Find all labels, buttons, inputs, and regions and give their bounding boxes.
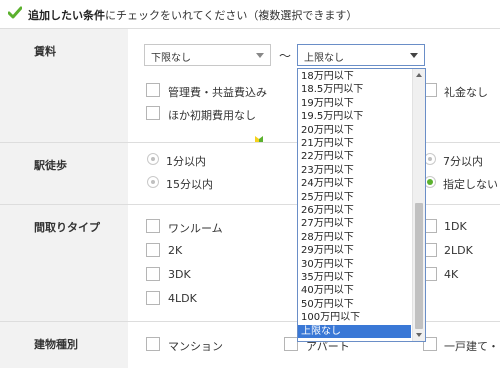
instruction-text: 追加したい条件にチェックをいれてください（複数選択できます） <box>28 7 357 23</box>
chevron-down-icon <box>410 53 418 58</box>
checkbox-label: 2K <box>168 244 183 257</box>
instruction-rest: にチェックをいれてください（複数選択できます） <box>105 9 358 22</box>
scroll-down-icon[interactable] <box>416 333 422 337</box>
dropdown-option[interactable]: 50万円以下 <box>298 298 411 311</box>
rent-label: 賃料 <box>0 29 128 142</box>
checkbox-management-fee[interactable] <box>146 83 160 97</box>
radio-label: 指定しない <box>443 178 498 191</box>
checkbox-label: 3DK <box>168 268 191 281</box>
dropdown-option[interactable]: 35万円以下 <box>298 271 411 284</box>
dropdown-scrollbar[interactable] <box>412 69 425 341</box>
dropdown-option[interactable]: 22万円以下 <box>298 150 411 163</box>
checkbox-label: ワンルーム <box>168 222 223 235</box>
radio-1min[interactable] <box>147 153 159 165</box>
rent-min-value: 下限なし <box>151 53 191 64</box>
checkmark-icon <box>8 6 22 19</box>
checkbox-mansion[interactable] <box>146 337 160 351</box>
chevron-down-icon <box>256 53 264 58</box>
checkbox-3dk[interactable] <box>146 267 160 281</box>
layout-label: 間取りタイプ <box>0 205 128 321</box>
rent-max-value: 上限なし <box>304 53 344 64</box>
checkbox-label: 2LDK <box>444 244 473 257</box>
checkbox-label: 一戸建て・そ <box>444 340 500 353</box>
radio-label: 15分以内 <box>166 178 213 191</box>
range-tilde: ～ <box>279 49 292 63</box>
radio-15min[interactable] <box>147 176 159 188</box>
checkbox-apartment[interactable] <box>284 337 298 351</box>
dropdown-option[interactable]: 19.5万円以下 <box>298 110 411 123</box>
dropdown-option[interactable]: 18.5万円以下 <box>298 83 411 96</box>
checkbox-label: マンション <box>168 340 223 353</box>
dropdown-option[interactable]: 26万円以下 <box>298 204 411 217</box>
instruction-bold: 追加したい条件 <box>28 9 105 22</box>
dropdown-option[interactable]: 24万円以下 <box>298 177 411 190</box>
dropdown-option[interactable]: 100万円以下 <box>298 311 411 324</box>
dropdown-option[interactable]: 28万円以下 <box>298 231 411 244</box>
dropdown-option[interactable]: 20万円以下 <box>298 124 411 137</box>
checkbox-label: 4K <box>444 268 459 281</box>
checkbox-label: 管理費・共益費込み <box>168 86 267 99</box>
instruction-header: 追加したい条件にチェックをいれてください（複数選択できます） <box>0 0 500 28</box>
checkbox-no-initial-costs[interactable] <box>146 106 160 120</box>
dropdown-option[interactable]: 23万円以下 <box>298 164 411 177</box>
building-label: 建物種別 <box>0 322 128 368</box>
rent-max-select[interactable]: 上限なし <box>297 44 425 66</box>
walk-label: 駅徒歩 <box>0 143 128 204</box>
dropdown-option[interactable]: 27万円以下 <box>298 217 411 230</box>
radio-label: 1分以内 <box>166 155 206 168</box>
checkbox-label: ほか初期費用なし <box>168 109 256 122</box>
checkbox-label: 4LDK <box>168 292 197 305</box>
dropdown-option[interactable]: 21万円以下 <box>298 137 411 150</box>
dropdown-option[interactable]: 上限なし <box>298 324 411 338</box>
scroll-thumb[interactable] <box>415 203 423 329</box>
dropdown-option[interactable]: 29万円以下 <box>298 244 411 257</box>
checkbox-4ldk[interactable] <box>146 291 160 305</box>
dropdown-option[interactable]: 18万円以下 <box>298 70 411 83</box>
rent-min-select[interactable]: 下限なし <box>144 44 271 66</box>
radio-label: 7分以内 <box>443 155 483 168</box>
rent-max-dropdown-list[interactable]: 18万円以下 18.5万円以下 19万円以下 19.5万円以下 20万円以下 21万円以下… <box>297 68 426 342</box>
scroll-up-icon[interactable] <box>416 73 422 77</box>
dropdown-option[interactable]: 19万円以下 <box>298 97 411 110</box>
checkbox-one-room[interactable] <box>146 219 160 233</box>
checkbox-label: 1DK <box>444 220 467 233</box>
dropdown-option[interactable]: 40万円以下 <box>298 284 411 297</box>
checkbox-label: 礼金なし <box>444 86 488 99</box>
dropdown-option[interactable]: 25万円以下 <box>298 191 411 204</box>
checkbox-2k[interactable] <box>146 243 160 257</box>
dropdown-option[interactable]: 30万円以下 <box>298 258 411 271</box>
